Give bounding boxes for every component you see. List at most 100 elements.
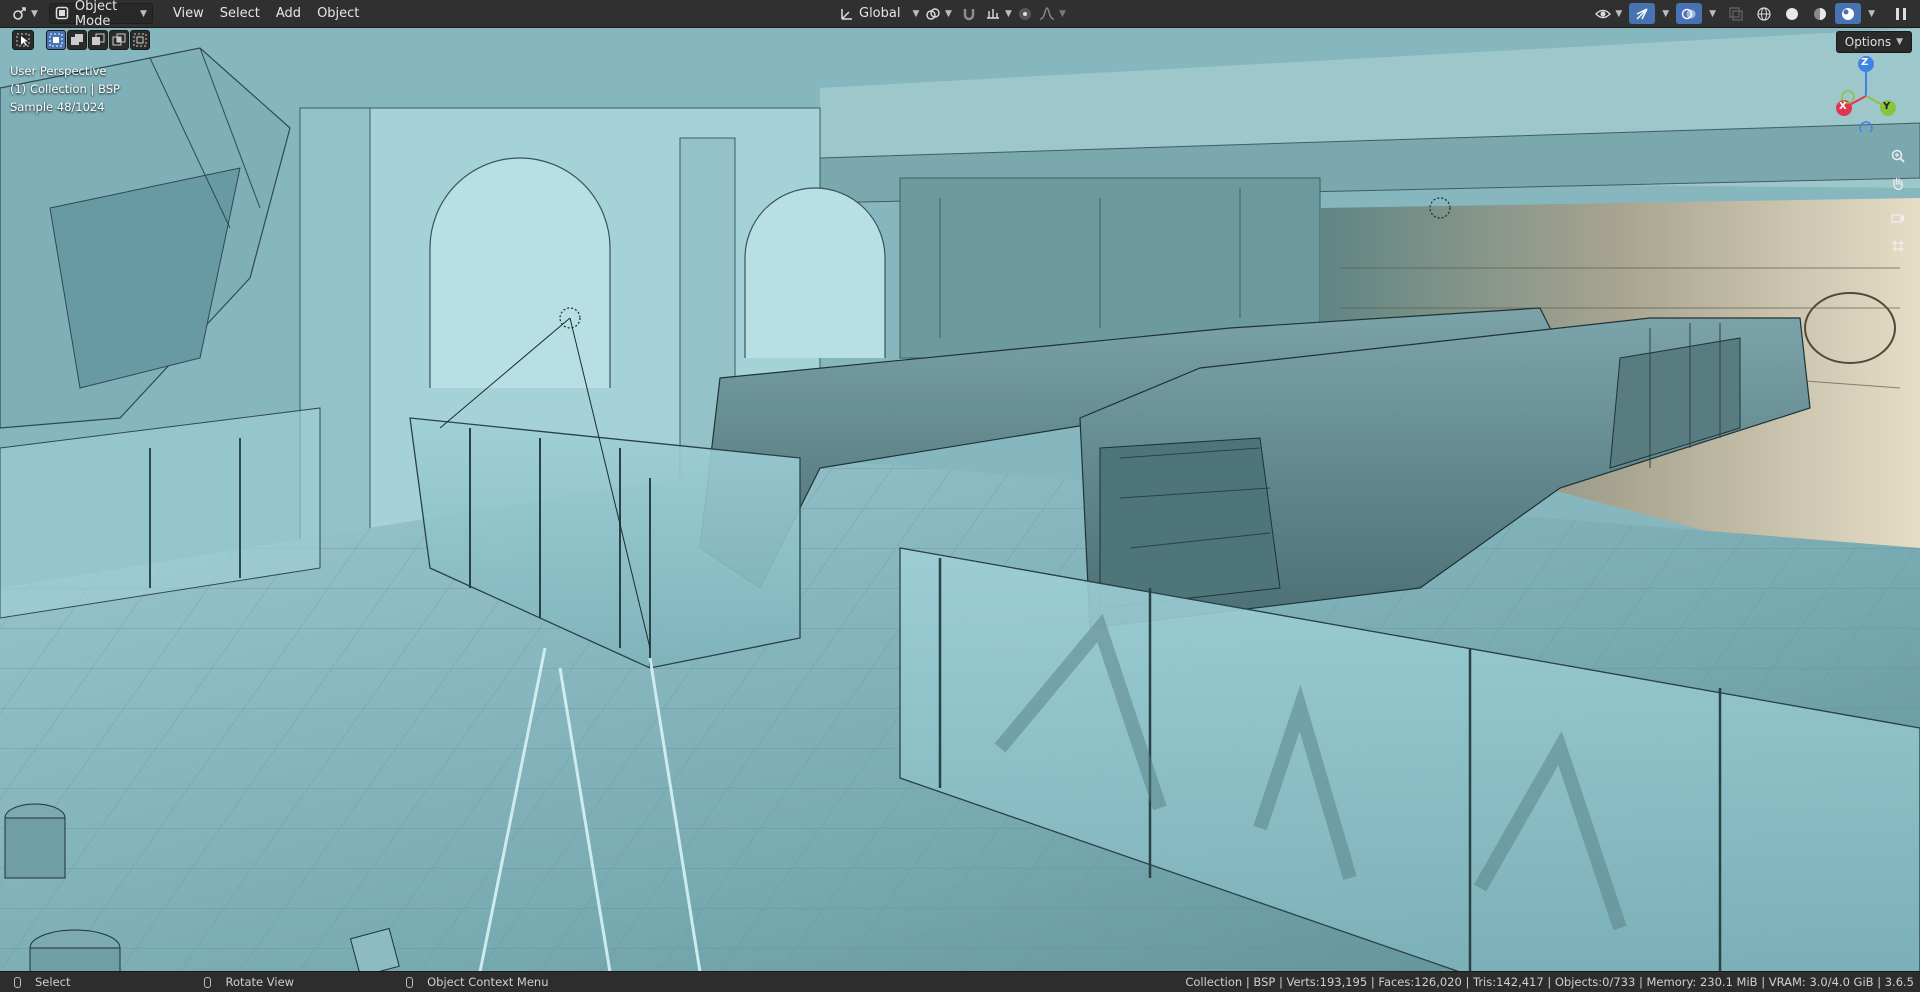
camera-view-button[interactable] [1886, 208, 1910, 232]
gizmo-y-label: Y [1883, 101, 1891, 112]
mouse-right-icon [406, 976, 414, 988]
header-right-controls: ▼ ▼ ▼ ▼ [1590, 3, 1914, 24]
transform-orientation-dropdown[interactable]: Global ▼ [834, 3, 924, 24]
status-select-label: Select [35, 975, 71, 989]
pan-hand-icon [1890, 176, 1906, 196]
header-menus: View Select Add Object [165, 3, 367, 24]
magnet-icon [961, 6, 977, 22]
chevron-down-icon: ▼ [1868, 8, 1875, 19]
pivot-point-icon [925, 6, 941, 22]
ortho-toggle-button[interactable] [1886, 236, 1910, 260]
menu-select[interactable]: Select [212, 3, 268, 24]
invert-selection-icon [111, 32, 127, 48]
overlay-dropdown[interactable]: ▼ [1704, 3, 1721, 24]
viewport-info-overlay: User Perspective (1) Collection | BSP Sa… [10, 62, 120, 116]
transform-orientation-label: Global [859, 6, 901, 21]
xray-icon [1728, 6, 1744, 22]
mouse-middle-icon [204, 976, 212, 988]
wireframe-shading-icon [1756, 6, 1772, 22]
wireframe-shading-button[interactable] [1751, 3, 1777, 24]
zoom-icon [1890, 148, 1906, 168]
intersect-selection-button[interactable] [130, 30, 150, 50]
chevron-down-icon: ▼ [912, 8, 920, 19]
overlay-toggle[interactable] [1676, 3, 1703, 24]
snap-toggle[interactable] [956, 3, 982, 24]
pivot-point-dropdown[interactable]: ▼ [920, 3, 957, 24]
transform-orientation-icon [839, 6, 855, 22]
chevron-down-icon: ▼ [1896, 37, 1903, 47]
snap-increment-icon [985, 6, 1001, 22]
xray-toggle[interactable] [1723, 3, 1749, 24]
tool-settings-header [0, 28, 1920, 52]
gizmo-dropdown[interactable]: ▼ [1657, 3, 1674, 24]
extend-selection-button[interactable] [67, 30, 87, 50]
chevron-down-icon: ▼ [31, 8, 38, 19]
gizmo-icon [1634, 6, 1650, 22]
rendered-shading-button[interactable] [1835, 3, 1862, 24]
options-dropdown[interactable]: Options ▼ [1835, 31, 1912, 53]
status-context-hint: Object Context Menu [406, 975, 548, 989]
select-tool-button[interactable] [12, 30, 34, 50]
intersect-selection-icon [132, 32, 148, 48]
view-perspective-label: User Perspective [10, 64, 107, 78]
editor-type-button[interactable]: ▼ [6, 3, 43, 24]
new-selection-icon [48, 32, 64, 48]
chevron-down-icon: ▼ [945, 8, 952, 19]
falloff-curve-icon [1039, 6, 1055, 22]
collection-label: (1) Collection | BSP [10, 82, 120, 96]
selection-mode-group [46, 30, 150, 50]
zoom-button[interactable] [1886, 146, 1910, 170]
visibility-icon [1595, 6, 1612, 22]
chevron-down-icon: ▼ [1005, 8, 1012, 19]
chevron-down-icon: ▼ [1662, 8, 1670, 19]
solid-shading-icon [1784, 6, 1800, 22]
3d-viewport-icon [11, 6, 27, 22]
gizmo-x-label: X [1839, 101, 1847, 112]
render-sample-label: Sample 48/1024 [10, 100, 105, 114]
rendered-shading-icon [1840, 6, 1856, 22]
scene-render [0, 28, 1920, 972]
object-mode-icon [55, 6, 69, 22]
chevron-down-icon: ▼ [1709, 8, 1717, 19]
mouse-left-icon [14, 976, 21, 988]
chevron-down-icon: ▼ [1615, 8, 1623, 19]
proportional-editing-icon [1017, 6, 1033, 22]
status-context-label: Object Context Menu [427, 975, 549, 989]
select-tool-icon [15, 32, 31, 48]
scene-statistics: Collection | BSP | Verts:193,195 | Faces… [1185, 975, 1914, 989]
mode-dropdown[interactable]: Object Mode ▼ [48, 0, 153, 29]
chevron-down-icon: ▼ [140, 8, 147, 19]
visibility-dropdown[interactable]: ▼ [1590, 3, 1627, 24]
viewport-header: ▼ Object Mode ▼ View Select Add Object G… [0, 0, 1920, 29]
grid-icon [1890, 238, 1906, 258]
3d-viewport[interactable]: User Perspective (1) Collection | BSP Sa… [0, 28, 1920, 972]
pause-icon [1893, 6, 1909, 22]
gizmo-z-label: Z [1861, 57, 1869, 68]
gizmo-toggle[interactable] [1629, 3, 1656, 24]
status-rotate-label: Rotate View [225, 975, 295, 989]
status-select-hint: Select [14, 975, 70, 989]
camera-icon [1890, 210, 1906, 230]
mode-label: Object Mode [74, 0, 118, 29]
options-label: Options [1844, 35, 1892, 49]
subtract-selection-button[interactable] [88, 30, 108, 50]
extend-selection-icon [69, 32, 85, 48]
solid-shading-button[interactable] [1779, 3, 1805, 24]
navigation-gizmo[interactable]: Z X Y [1826, 52, 1906, 135]
material-shading-button[interactable] [1807, 3, 1833, 24]
pan-button[interactable] [1886, 174, 1910, 198]
menu-add[interactable]: Add [268, 3, 309, 24]
new-selection-button[interactable] [46, 30, 66, 50]
menu-object[interactable]: Object [309, 3, 367, 24]
shading-options-dropdown[interactable]: ▼ [1863, 3, 1880, 24]
subtract-selection-icon [90, 32, 106, 48]
overlay-icon [1681, 6, 1697, 22]
status-rotate-hint: Rotate View [204, 975, 294, 989]
invert-selection-button[interactable] [109, 30, 129, 50]
status-bar: Select Rotate View Object Context Menu C… [0, 971, 1920, 992]
menu-view[interactable]: View [165, 3, 212, 24]
proportional-falloff-dropdown[interactable]: ▼ [1034, 3, 1071, 24]
pause-render-button[interactable] [1888, 3, 1914, 24]
material-shading-icon [1812, 6, 1828, 22]
chevron-down-icon: ▼ [1059, 8, 1066, 19]
